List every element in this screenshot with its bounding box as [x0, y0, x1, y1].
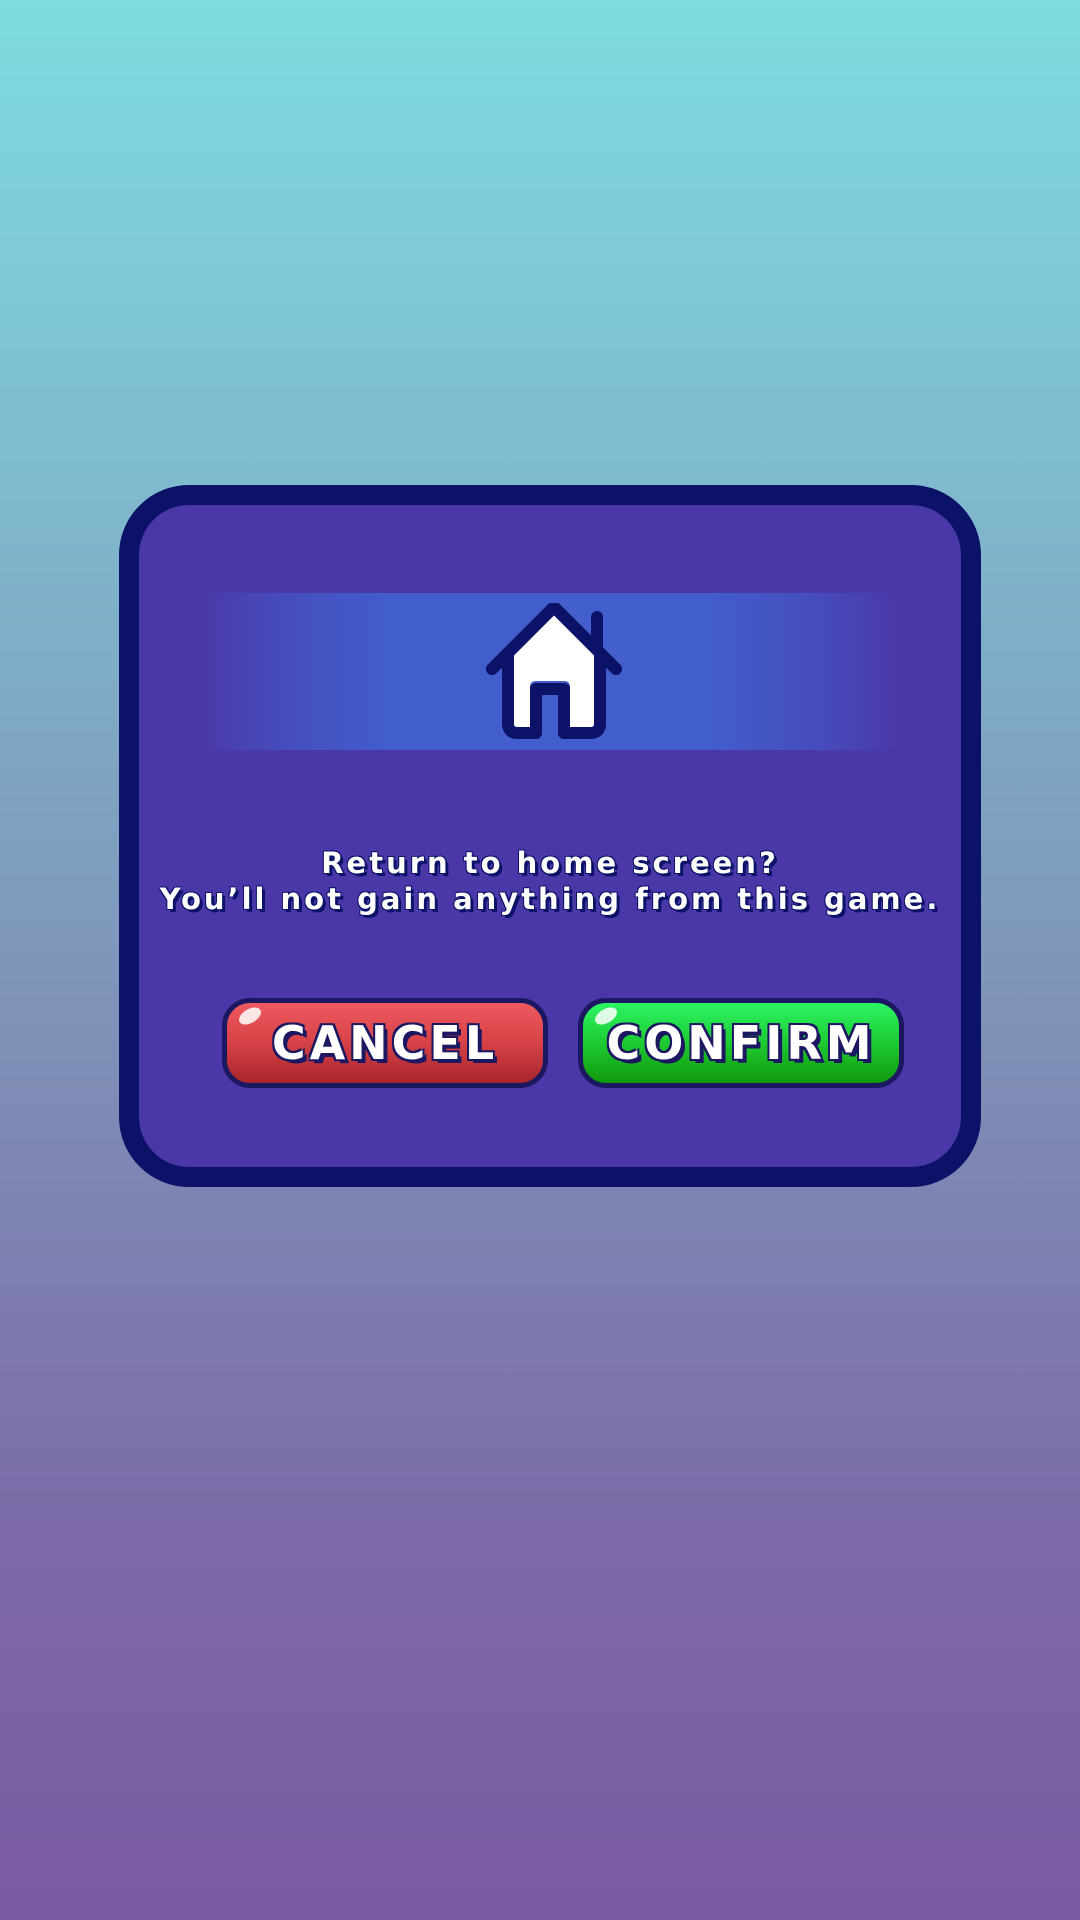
cancel-button[interactable]: CANCEL — [222, 998, 548, 1088]
icon-banner — [199, 593, 899, 750]
message-line-2: You’ll not gain anything from this game. — [159, 882, 941, 916]
confirm-dialog: Return to home screen? You’ll not gain a… — [119, 485, 981, 1187]
home-icon — [486, 603, 622, 739]
cancel-button-label: CANCEL — [271, 1016, 499, 1070]
message-line-1: Return to home screen? — [321, 846, 779, 880]
confirm-button[interactable]: CONFIRM — [578, 998, 904, 1088]
dialog-message: Return to home screen? You’ll not gain a… — [139, 845, 961, 917]
confirm-button-label: CONFIRM — [606, 1016, 876, 1070]
